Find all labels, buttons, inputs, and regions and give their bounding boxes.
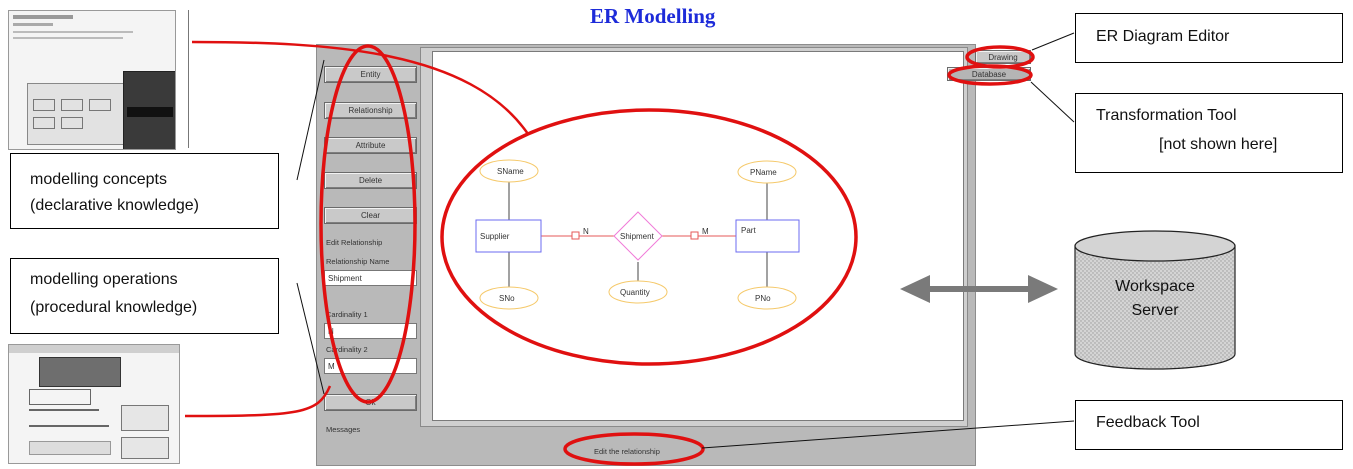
cardinality-n-label: N	[583, 227, 589, 236]
diagram-overlay: N M SName SNo PName PNo Quantity Supplie…	[184, 32, 1236, 466]
workspace-server-label: Workspace Server	[1075, 275, 1235, 323]
leader-concepts	[296, 59, 325, 181]
concepts-connector	[191, 40, 530, 135]
leader-er-editor	[1031, 32, 1075, 51]
entity-part-label: Part	[741, 226, 756, 235]
attribute-sno-label: SNo	[499, 294, 515, 303]
server-text: Server	[1131, 302, 1179, 319]
status-highlight	[563, 432, 705, 466]
cardinality-handle-2	[690, 231, 699, 240]
attribute-quantity-label: Quantity	[620, 288, 650, 297]
relationship-shipment-label: Shipment	[620, 232, 655, 241]
workspace-text: Workspace	[1115, 278, 1195, 295]
operations-connector	[184, 385, 332, 418]
attribute-pname-label: PName	[750, 168, 777, 177]
highlight-group	[319, 44, 1035, 466]
leader-feedback	[701, 420, 1075, 449]
cardinality-handle-1	[571, 231, 580, 240]
drawing-tab-highlight	[965, 45, 1035, 69]
attribute-sname-label: SName	[497, 167, 524, 176]
leader-transformation	[1030, 81, 1075, 123]
database-tab-highlight	[947, 64, 1033, 86]
toolbar-highlight	[319, 44, 417, 404]
entity-supplier-label: Supplier	[480, 232, 510, 241]
entity-part	[735, 219, 800, 253]
double-arrow	[900, 275, 1058, 303]
leader-operations	[296, 282, 325, 395]
attribute-pno-label: PNo	[755, 294, 771, 303]
cardinality-m-label: M	[702, 227, 709, 236]
